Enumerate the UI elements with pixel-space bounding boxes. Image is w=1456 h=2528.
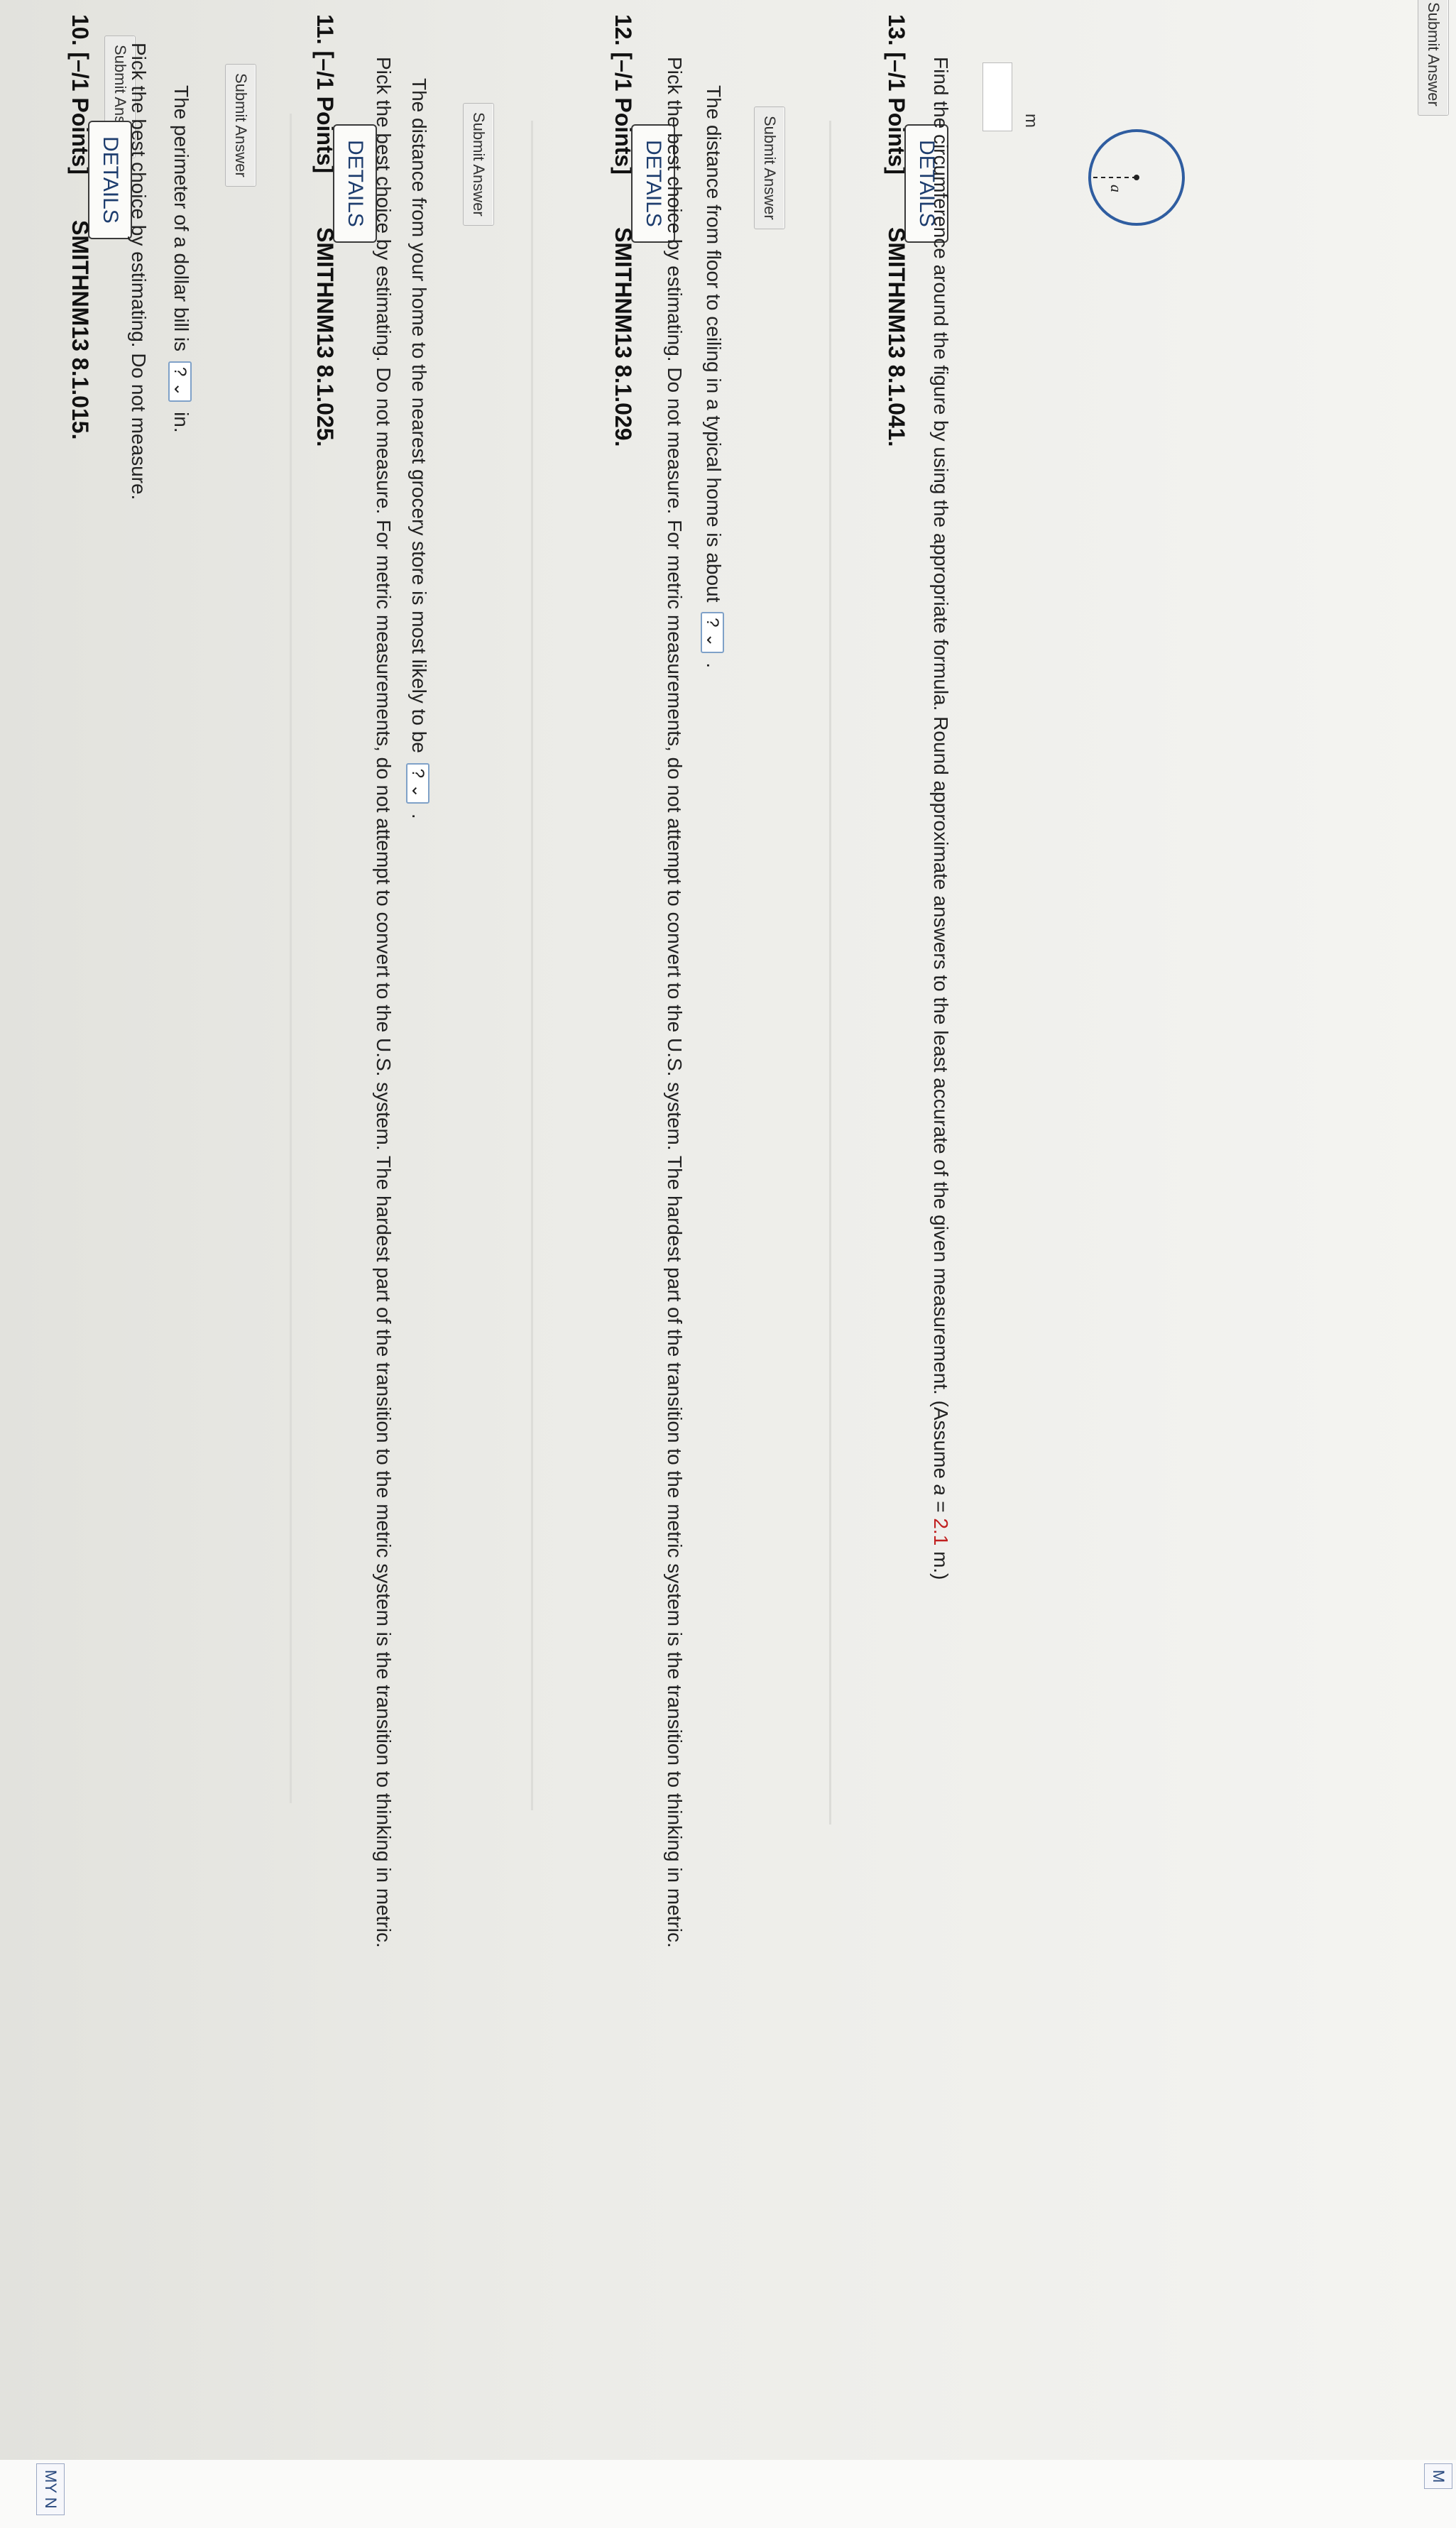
q12-submit-answer-button[interactable]: Submit Answer xyxy=(754,106,785,229)
q11-code: SMITHNM13 8.1.025. xyxy=(312,227,338,447)
q10-select-value: ? xyxy=(170,366,190,377)
divider xyxy=(290,114,292,1803)
q10-question-text: The perimeter of a dollar bill is xyxy=(170,85,192,352)
q11-end-punct: . xyxy=(408,813,430,819)
q10-answer-select[interactable]: ?⌄ xyxy=(168,361,192,403)
q11-answer-select[interactable]: ?⌄ xyxy=(405,762,429,804)
q12-question-text: The distance from floor to ceiling in a … xyxy=(703,85,725,603)
q10-unit: in. xyxy=(170,412,192,433)
q10-prompt: Pick the best choice by estimating. Do n… xyxy=(128,43,150,500)
q10-details-button[interactable]: DETAILS xyxy=(88,121,132,239)
rotated-page: Submit Answer 10. [–/1 Points] DETAILS S… xyxy=(0,0,1456,2528)
q13-prompt-var: a xyxy=(930,1484,952,1496)
q11-prompt: Pick the best choice by estimating. Do n… xyxy=(373,57,395,1948)
q10-submit-answer-button[interactable]: Submit Answer xyxy=(225,64,256,187)
divider xyxy=(531,121,533,1810)
q12-answer-select[interactable]: ?⌄ xyxy=(700,612,724,653)
q12-end-punct: . xyxy=(703,662,725,669)
q13-prompt-eq: = xyxy=(930,1495,952,1519)
q13-prompt: Find the circumference around the figure… xyxy=(929,57,952,1580)
q12-prompt: Pick the best choice by estimating. Do n… xyxy=(664,57,686,1948)
right-panel-edge xyxy=(0,2460,1456,2528)
q10-number: 10. xyxy=(67,14,93,46)
q10-code: SMITHNM13 8.1.015. xyxy=(67,220,93,440)
edge-button-m[interactable]: M xyxy=(1424,2463,1452,2490)
q11-submit-answer-button[interactable]: Submit Answer xyxy=(463,103,494,226)
q10-question-line: The perimeter of a dollar bill is ?⌄ in. xyxy=(168,85,192,433)
chevron-down-icon: ⌄ xyxy=(407,784,427,799)
q13-unit: m xyxy=(1022,114,1041,128)
q13-number: 13. xyxy=(884,14,909,46)
q12-code: SMITHNM13 8.1.029. xyxy=(611,227,636,447)
q13-prompt-value: 2.1 xyxy=(930,1518,952,1546)
q11-details-button[interactable]: DETAILS xyxy=(333,124,377,243)
q12-question-line: The distance from floor to ceiling in a … xyxy=(700,85,725,669)
edge-button-my[interactable]: MY N xyxy=(36,2463,65,2515)
chevron-down-icon: ⌄ xyxy=(702,633,722,647)
q13-prompt-end: m.) xyxy=(930,1545,952,1580)
figure-radius-label: a xyxy=(1107,185,1125,192)
q12-select-value: ? xyxy=(702,618,722,628)
q13-prompt-text: Find the circumference around the figure… xyxy=(930,57,952,1484)
q13-answer-input[interactable] xyxy=(982,62,1012,131)
circle-figure: a xyxy=(1088,129,1185,226)
q13-submit-answer-button[interactable]: Submit Answer xyxy=(1418,0,1449,116)
q11-select-value: ? xyxy=(407,768,427,779)
q13-code: SMITHNM13 8.1.041. xyxy=(884,227,909,447)
divider xyxy=(829,121,831,1824)
q11-number: 11. xyxy=(312,14,338,45)
q11-question-text: The distance from your home to the neare… xyxy=(408,78,430,753)
q11-question-line: The distance from your home to the neare… xyxy=(405,78,430,819)
q12-number: 12. xyxy=(611,14,636,46)
chevron-down-icon: ⌄ xyxy=(170,382,190,397)
